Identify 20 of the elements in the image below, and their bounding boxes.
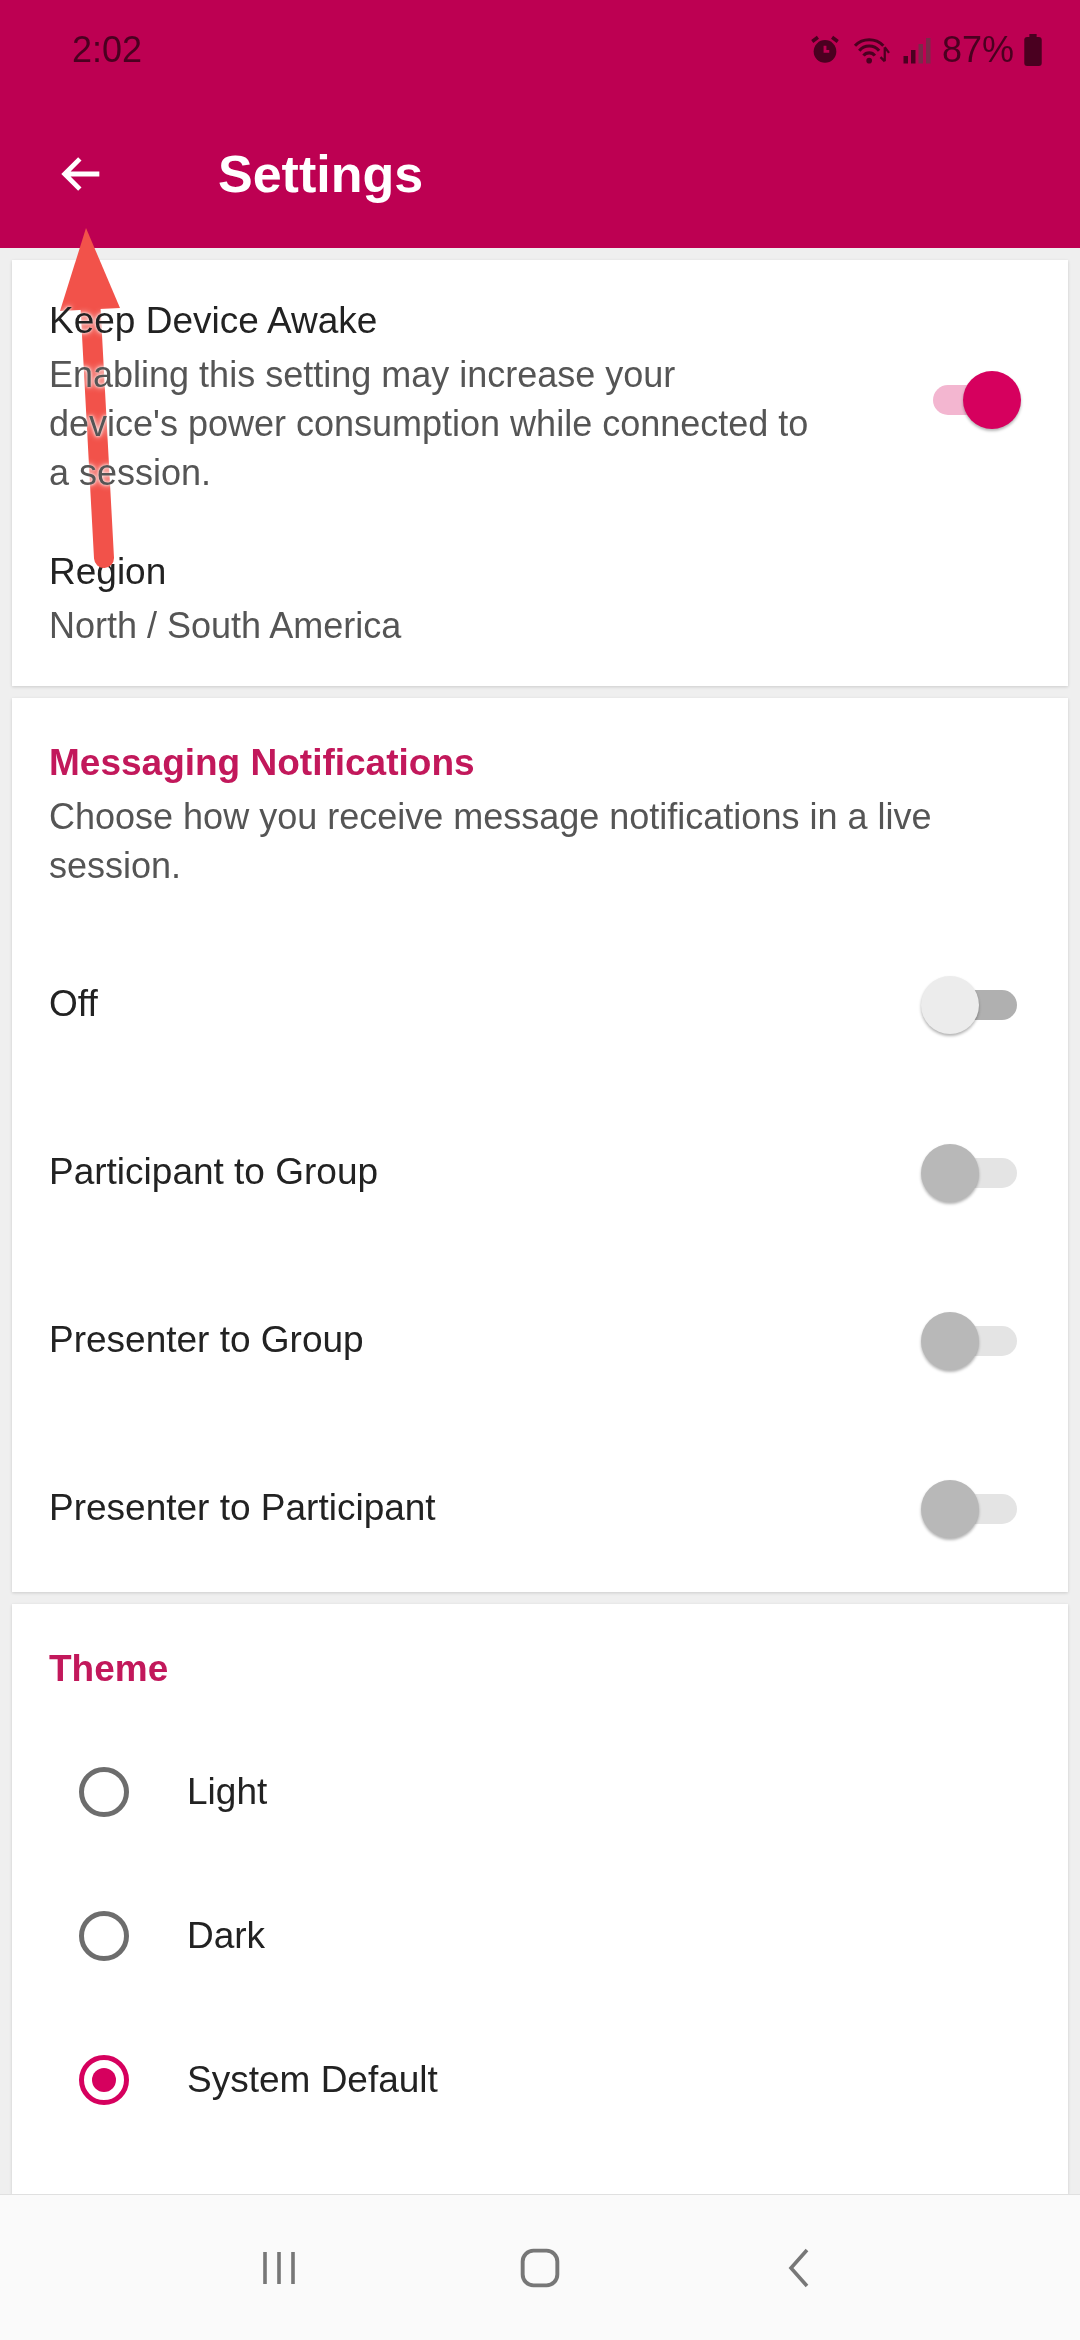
radio-button[interactable] (79, 1767, 129, 1817)
setting-title: Region (49, 551, 168, 593)
option-label: Presenter to Participant (49, 1487, 436, 1529)
battery-icon (1024, 34, 1042, 66)
option-label: Presenter to Group (49, 1319, 364, 1361)
radio-button[interactable] (79, 2055, 129, 2105)
radio-button[interactable] (79, 1911, 129, 1961)
status-time: 2:02 (72, 29, 143, 71)
section-heading: Theme (49, 1647, 170, 1690)
section-description: Choose how you receive message notifications in a live session. (49, 795, 933, 888)
section-heading: Messaging Notifications (49, 741, 476, 784)
battery-percent: 87% (941, 29, 1014, 71)
option-label: Off (49, 983, 98, 1025)
option-label: Light (187, 1771, 268, 1813)
option-label: Participant to Group (49, 1151, 379, 1193)
setting-value: North / South America (49, 604, 402, 648)
signal-icon (901, 35, 932, 65)
option-label: System Default (187, 2059, 438, 2101)
option-label: Dark (187, 1915, 266, 1957)
screen-title: Settings (218, 144, 424, 204)
